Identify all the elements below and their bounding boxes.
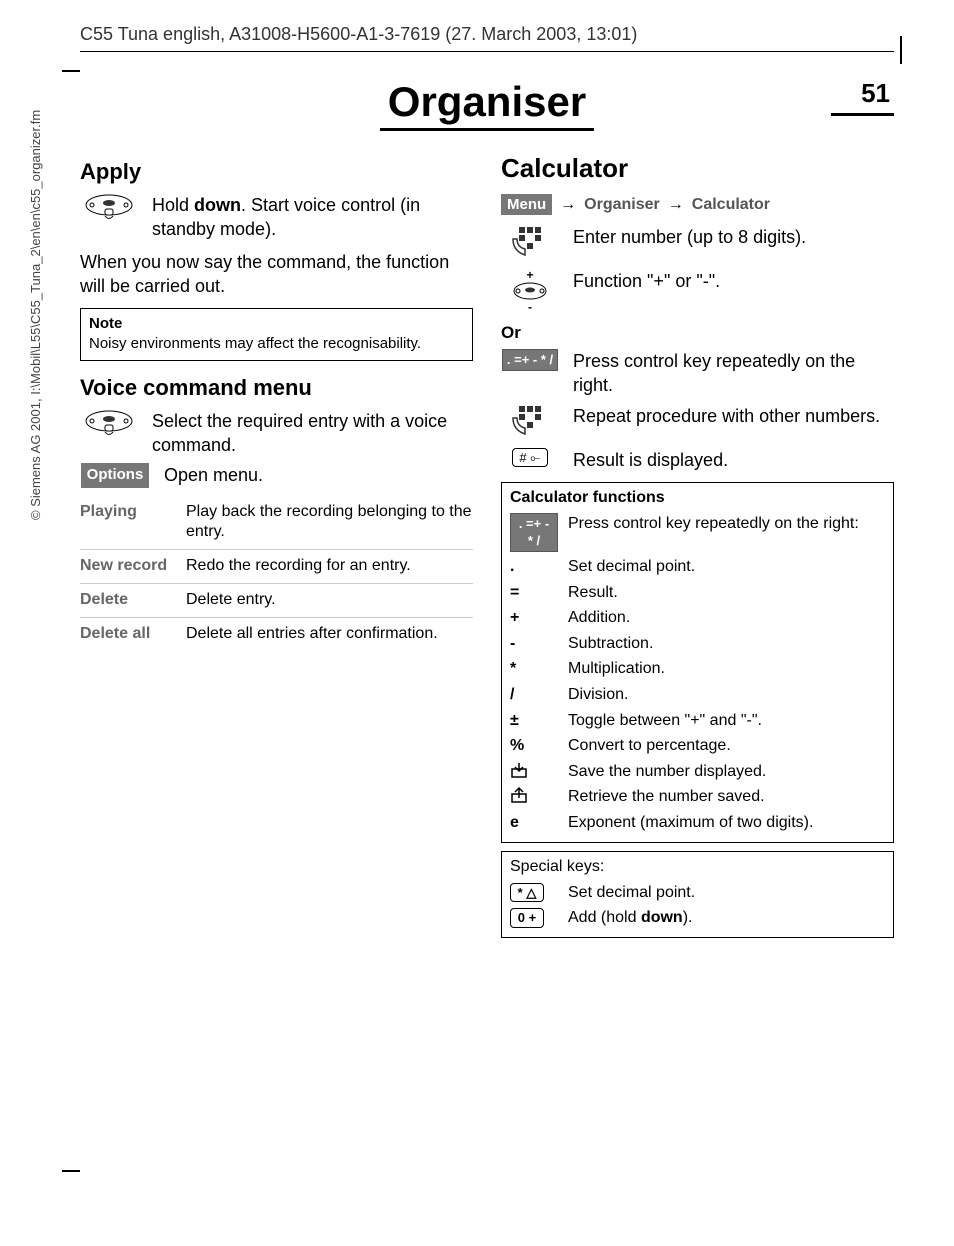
options-softkey-label: Options <box>81 463 150 487</box>
control-key-badge: . =+ - * / <box>502 349 558 371</box>
func-desc-plus: Addition. <box>568 607 885 629</box>
note-title: Note <box>89 315 464 332</box>
keypad-icon <box>511 404 549 442</box>
retrieve-icon <box>510 786 528 804</box>
document-header-meta: C55 Tuna english, A31008-H5600-A1-3-7619… <box>80 24 894 52</box>
result-displayed-text: Result is displayed. <box>573 448 894 472</box>
menu-key-delete-all: Delete all <box>80 624 176 645</box>
special-decimal-desc: Set decimal point. <box>568 882 885 904</box>
or-label: Or <box>501 323 894 343</box>
voice-command-menu-heading: Voice command menu <box>80 375 473 401</box>
menu-val-new-record: Redo the recording for an entry. <box>186 556 473 577</box>
func-desc-retrieve: Retrieve the number saved. <box>568 786 885 808</box>
func-desc-plusminus: Toggle between "+" and "-". <box>568 710 885 732</box>
copyright-side-text: © Siemens AG 2001, I:\Mobil\L55\C55_Tuna… <box>28 110 43 520</box>
func-desc-divide: Division. <box>568 684 885 706</box>
special-keys-title: Special keys: <box>510 858 885 876</box>
page-number: 51 <box>831 78 894 116</box>
calculator-heading: Calculator <box>501 153 894 184</box>
note-body: Noisy environments may affect the recogn… <box>89 334 464 354</box>
func-sym-equals: = <box>510 582 558 604</box>
apply-paragraph: When you now say the command, the functi… <box>80 250 473 299</box>
menu-key-playing: Playing <box>80 502 176 544</box>
calculator-functions-title: Calculator functions <box>510 489 885 507</box>
enter-number-text: Enter number (up to 8 digits). <box>573 225 894 263</box>
menu-path-breadcrumb: Menu → Organiser → Calculator <box>501 194 894 215</box>
options-open-menu-text: Open menu. <box>164 463 473 487</box>
special-add-desc: Add (hold down). <box>568 907 885 929</box>
func-desc-exponent: Exponent (maximum of two digits). <box>568 812 885 834</box>
breadcrumb-calculator: Calculator <box>692 196 770 214</box>
vcm-select-text: Select the required entry with a voice c… <box>152 409 473 458</box>
svg-text:-: - <box>528 300 532 313</box>
func-sym-multiply: * <box>510 658 558 680</box>
apply-step-text: Hold down. Start voice control (in stand… <box>152 193 473 242</box>
zero-plus-key-icon: 0 + <box>510 908 544 928</box>
plus-minus-rocker-icon: + - <box>510 269 550 313</box>
breadcrumb-organiser: Organiser <box>584 196 660 214</box>
voice-command-menu-table: Playing Play back the recording belongin… <box>80 496 473 651</box>
left-column: Apply Hold down. Start voice control (in… <box>80 153 473 938</box>
mic-button-icon <box>84 193 134 223</box>
menu-softkey-badge: Menu <box>501 194 552 215</box>
func-desc-minus: Subtraction. <box>568 633 885 655</box>
press-control-key-text: Press control key repeatedly on the righ… <box>573 349 894 398</box>
special-keys-box: Special keys: * △ Set decimal point. 0 +… <box>501 851 894 938</box>
mic-button-icon <box>84 409 134 439</box>
menu-val-delete-all: Delete all entries after confirmation. <box>186 624 473 645</box>
menu-val-delete: Delete entry. <box>186 590 473 611</box>
menu-val-playing: Play back the recording belonging to the… <box>186 502 473 544</box>
page-title: Organiser <box>380 78 594 131</box>
arrow-icon: → <box>668 196 684 214</box>
func-desc-dot: Set decimal point. <box>568 556 885 578</box>
crop-mark-bottom <box>62 1170 80 1172</box>
menu-key-new-record: New record <box>80 556 176 577</box>
hash-key-icon: # ⟜ <box>512 448 547 468</box>
func-sym-dot: . <box>510 556 558 578</box>
func-sym-exponent: e <box>510 812 558 834</box>
arrow-icon: → <box>560 196 576 214</box>
calculator-functions-box: Calculator functions . =+ - * / Press co… <box>501 482 894 843</box>
svg-text:+: + <box>526 269 533 282</box>
keypad-icon <box>511 225 549 263</box>
func-sym-plus: + <box>510 607 558 629</box>
apply-heading: Apply <box>80 159 473 185</box>
repeat-procedure-text: Repeat procedure with other numbers. <box>573 404 894 442</box>
note-box: Note Noisy environments may affect the r… <box>80 308 473 361</box>
calc-func-intro: Press control key repeatedly on the righ… <box>568 513 885 552</box>
func-sym-minus: - <box>510 633 558 655</box>
func-desc-equals: Result. <box>568 582 885 604</box>
func-desc-percent: Convert to percentage. <box>568 735 885 757</box>
crop-mark-right <box>900 36 902 64</box>
save-icon <box>510 761 528 779</box>
func-desc-multiply: Multiplication. <box>568 658 885 680</box>
func-sym-divide: / <box>510 684 558 706</box>
menu-key-delete: Delete <box>80 590 176 611</box>
right-column: Calculator Menu → Organiser → Calculator <box>501 153 894 938</box>
star-key-icon: * △ <box>510 883 544 903</box>
crop-mark-top <box>62 70 80 72</box>
func-sym-plusminus: ± <box>510 710 558 732</box>
function-plus-minus-text: Function "+" or "-". <box>573 269 894 313</box>
func-desc-save: Save the number displayed. <box>568 761 885 783</box>
func-sym-percent: % <box>510 735 558 757</box>
control-key-badge: . =+ - * / <box>510 513 558 552</box>
